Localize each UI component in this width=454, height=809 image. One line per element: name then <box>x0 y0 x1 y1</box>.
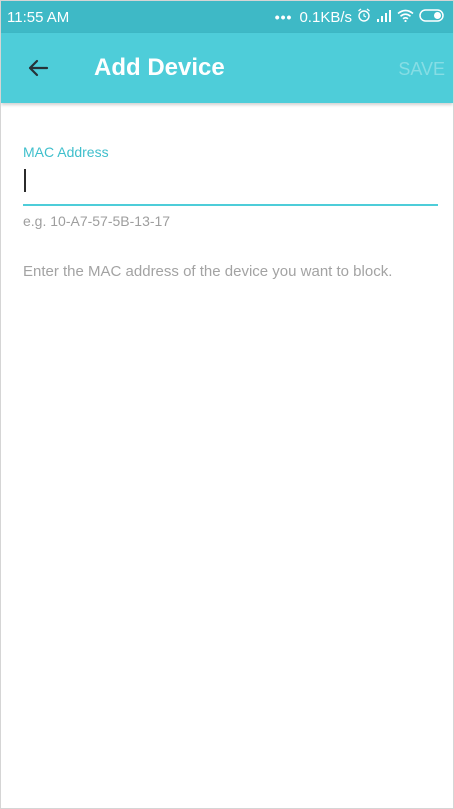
signal-icon <box>376 9 392 26</box>
mac-address-label: MAC Address <box>23 144 109 160</box>
app-screen: 11:55 AM ••• 0.1KB/s Add Device SAVE MAC… <box>0 0 454 809</box>
status-time: 11:55 AM <box>7 8 70 26</box>
mac-address-input[interactable] <box>23 164 438 206</box>
arrow-left-icon <box>28 59 49 77</box>
more-dots-icon: ••• <box>274 9 293 25</box>
battery-icon <box>419 8 445 26</box>
save-button[interactable]: SAVE <box>398 59 445 80</box>
app-bar: Add Device SAVE <box>1 33 453 103</box>
status-bar: 11:55 AM ••• 0.1KB/s <box>1 1 453 33</box>
wifi-icon <box>397 9 414 26</box>
network-speed: 0.1KB/s <box>299 8 352 26</box>
text-cursor <box>24 169 26 192</box>
instruction-text: Enter the MAC address of the device you … <box>23 263 393 280</box>
alarm-icon <box>357 8 371 26</box>
mac-address-hint: e.g. 10-A7-57-5B-13-17 <box>23 213 171 229</box>
page-title: Add Device <box>94 54 225 81</box>
back-button[interactable] <box>23 53 53 83</box>
